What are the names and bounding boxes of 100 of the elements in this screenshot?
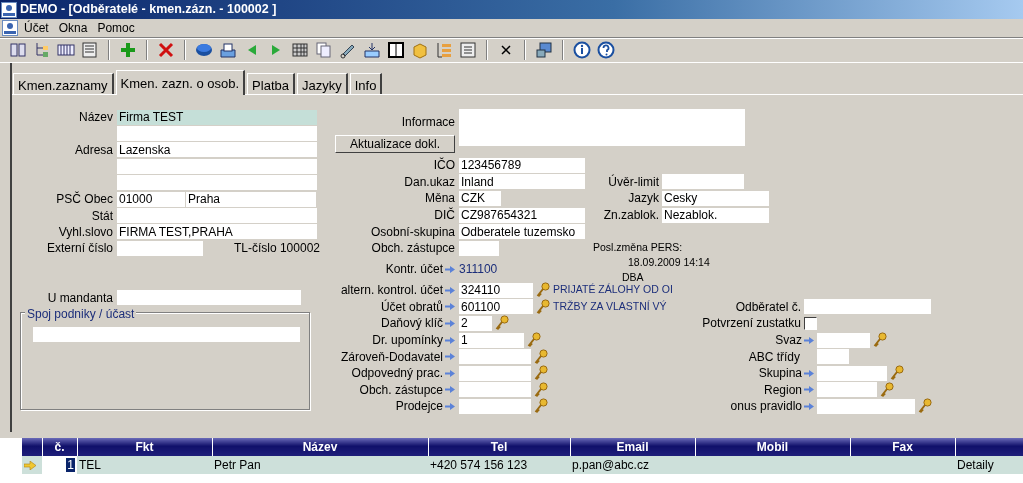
input-field[interactable]: Odberatele tuzemsko: [459, 224, 585, 240]
table-cell: p.pan@abc.cz: [572, 458, 649, 472]
input-field[interactable]: [804, 299, 931, 315]
column-header[interactable]: Email: [570, 438, 695, 456]
menu-item[interactable]: Okna: [54, 18, 92, 37]
input-field[interactable]: Cesky: [662, 191, 769, 206]
input-field[interactable]: [117, 158, 317, 174]
key-icon[interactable]: [534, 365, 548, 382]
grid-icon[interactable]: [57, 41, 75, 59]
column-header[interactable]: Mobil: [695, 438, 850, 456]
app-logo-icon: [1, 1, 17, 18]
input-field[interactable]: [662, 174, 744, 190]
tab[interactable]: Kmen. zazn. o osob.: [115, 70, 246, 95]
menu-item[interactable]: Pomoc: [93, 18, 139, 37]
update-button[interactable]: Aktualizace dokl.: [335, 135, 455, 153]
input-field[interactable]: [817, 332, 870, 348]
menu-item[interactable]: Účet: [20, 18, 53, 37]
column-header[interactable]: Fax: [850, 438, 955, 456]
book-icon[interactable]: [387, 41, 405, 59]
column-header[interactable]: Název: [212, 438, 428, 456]
disk-icon[interactable]: [195, 41, 213, 59]
key-icon[interactable]: [534, 348, 548, 365]
key-icon[interactable]: [534, 398, 548, 415]
tab[interactable]: Platba: [247, 73, 295, 94]
input-field[interactable]: [117, 208, 317, 224]
box-icon[interactable]: [411, 41, 429, 59]
input-field[interactable]: [117, 126, 317, 142]
input-field[interactable]: CZ987654321: [459, 207, 585, 223]
help-icon[interactable]: [597, 41, 615, 59]
key-icon[interactable]: [527, 332, 541, 349]
field-label: Vyhl.slovo: [57, 223, 113, 241]
input-field[interactable]: Firma TEST: [117, 109, 317, 125]
copy-icon[interactable]: [315, 41, 333, 59]
tree-icon[interactable]: [33, 41, 51, 59]
field-label: Adresa: [73, 142, 113, 159]
panes-icon[interactable]: [9, 41, 27, 59]
form-icon[interactable]: [459, 41, 477, 59]
key-icon[interactable]: [880, 381, 894, 398]
input-field[interactable]: Nezablok.: [662, 207, 769, 223]
delete-icon[interactable]: [157, 41, 175, 59]
input-field[interactable]: 123456789: [459, 157, 585, 173]
column-header[interactable]: č.: [42, 438, 77, 456]
key-icon[interactable]: [536, 298, 550, 315]
input-field[interactable]: CZK: [459, 191, 501, 206]
arrow-icon[interactable]: [445, 265, 455, 273]
field-label: Měna: [424, 190, 455, 207]
tab[interactable]: Jazyky: [297, 73, 348, 94]
key-icon[interactable]: [873, 332, 887, 349]
input-field[interactable]: [459, 382, 531, 398]
inbox-icon[interactable]: [363, 41, 381, 59]
table-cell[interactable]: 1: [66, 458, 75, 472]
tab[interactable]: Info: [349, 73, 383, 94]
table-cell: Petr Pan: [214, 458, 261, 472]
change-info: 18.09.2009 14:14: [627, 254, 710, 270]
list-icon[interactable]: [435, 41, 453, 59]
computer-icon[interactable]: [535, 41, 553, 59]
input-field[interactable]: [117, 240, 203, 256]
input-field[interactable]: [117, 175, 317, 191]
input-field[interactable]: [459, 240, 499, 256]
plus-icon[interactable]: [119, 41, 137, 59]
field-label: Potvrzení zustatku: [702, 315, 801, 333]
input-field[interactable]: 1: [459, 332, 524, 348]
input-field[interactable]: [817, 365, 887, 381]
key-icon[interactable]: [918, 398, 932, 415]
input-field[interactable]: 01000: [117, 191, 185, 207]
field-label: Obch. zástupce: [371, 240, 455, 258]
arrow-icon[interactable]: [804, 336, 814, 344]
info-icon[interactable]: [573, 41, 591, 59]
tray-icon[interactable]: [219, 41, 237, 59]
field-label: Externí číslo: [45, 240, 113, 258]
field-label: Dan.ukaz: [404, 173, 455, 191]
field-label: Název: [78, 109, 113, 127]
input-field[interactable]: [817, 382, 877, 398]
key-icon[interactable]: [890, 365, 904, 382]
key-icon[interactable]: [495, 315, 509, 332]
input-field[interactable]: [459, 365, 531, 381]
number-label: TL-číslo 100002: [233, 240, 320, 258]
column-header[interactable]: Fkt: [77, 438, 212, 456]
field-label: Skupina: [758, 365, 802, 383]
key-icon[interactable]: [534, 381, 548, 398]
input-field[interactable]: Praha: [186, 191, 316, 207]
input-field[interactable]: [33, 327, 300, 343]
tab[interactable]: Kmen.zaznamy: [13, 73, 114, 94]
key-icon[interactable]: [536, 282, 550, 299]
input-field[interactable]: FIRMA TEST,PRAHA: [117, 224, 317, 240]
column-header[interactable]: Tel: [428, 438, 570, 456]
input-field[interactable]: [817, 398, 915, 414]
input-field[interactable]: Lazenska: [117, 142, 317, 158]
input-field[interactable]: [459, 398, 531, 414]
account-link[interactable]: 311100: [459, 260, 498, 279]
input-field[interactable]: 2: [459, 315, 492, 331]
table-icon[interactable]: [291, 41, 309, 59]
input-field[interactable]: [117, 290, 301, 305]
document-icon[interactable]: [81, 41, 99, 59]
input-field[interactable]: Inland: [459, 174, 585, 190]
input-field[interactable]: 601100: [459, 299, 533, 315]
checkbox[interactable]: [804, 316, 817, 330]
input-field[interactable]: [459, 349, 531, 365]
input-field[interactable]: 324110: [459, 282, 533, 298]
input-field[interactable]: [817, 349, 849, 365]
